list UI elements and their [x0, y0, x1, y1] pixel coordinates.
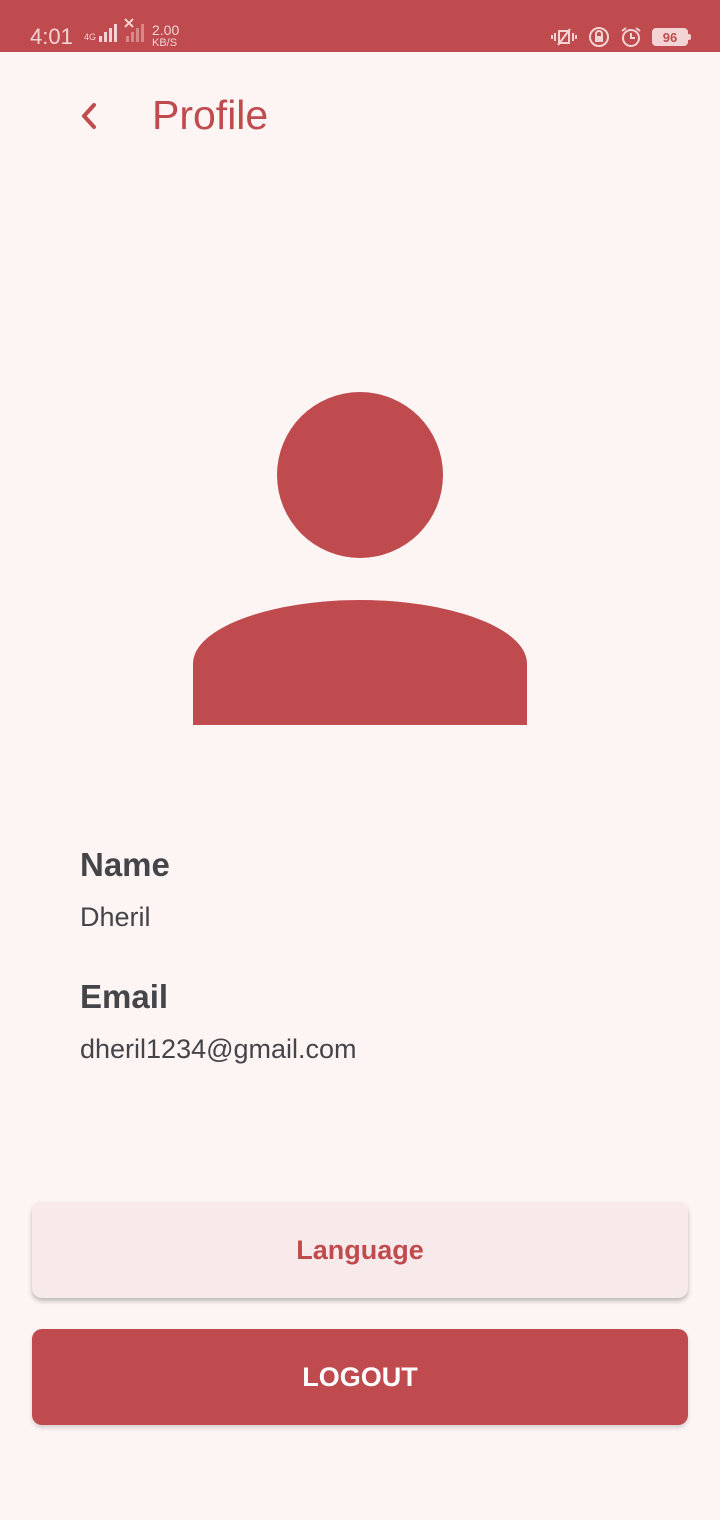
alarm-icon [620, 26, 642, 48]
email-value: dheril1234@gmail.com [80, 1034, 357, 1064]
name-value: Dheril [80, 902, 151, 932]
back-button[interactable] [72, 96, 106, 136]
person-icon [193, 392, 527, 725]
signal-icon [99, 22, 118, 42]
status-time: 4:01 [30, 24, 73, 49]
chevron-left-icon [82, 103, 96, 129]
status-bar: 4:01 4G 2.00 KB/S 96 [0, 0, 720, 52]
speed-value: 2.00 [152, 22, 180, 38]
avatar [193, 392, 527, 730]
vibrate-icon [550, 26, 578, 48]
name-label: Name [80, 846, 170, 883]
email-label: Email [80, 978, 169, 1015]
network-indicators: 4G [84, 18, 145, 42]
network-type: 4G [84, 32, 97, 42]
page-title: Profile [152, 92, 269, 138]
email-section: Email dheril1234@gmail.com [80, 978, 357, 1065]
rotation-lock-icon [588, 26, 610, 48]
name-section: Name Dheril [80, 846, 170, 933]
speed-unit: KB/S [152, 37, 178, 49]
network-speed: 2.00 KB/S [152, 22, 180, 50]
battery-icon: 96 [652, 28, 691, 46]
language-button[interactable]: Language [32, 1202, 688, 1298]
signal-off-icon [124, 18, 145, 42]
status-icons: 96 [550, 26, 691, 48]
logout-button[interactable]: LOGOUT [32, 1329, 688, 1425]
app-bar: Profile [0, 52, 720, 182]
